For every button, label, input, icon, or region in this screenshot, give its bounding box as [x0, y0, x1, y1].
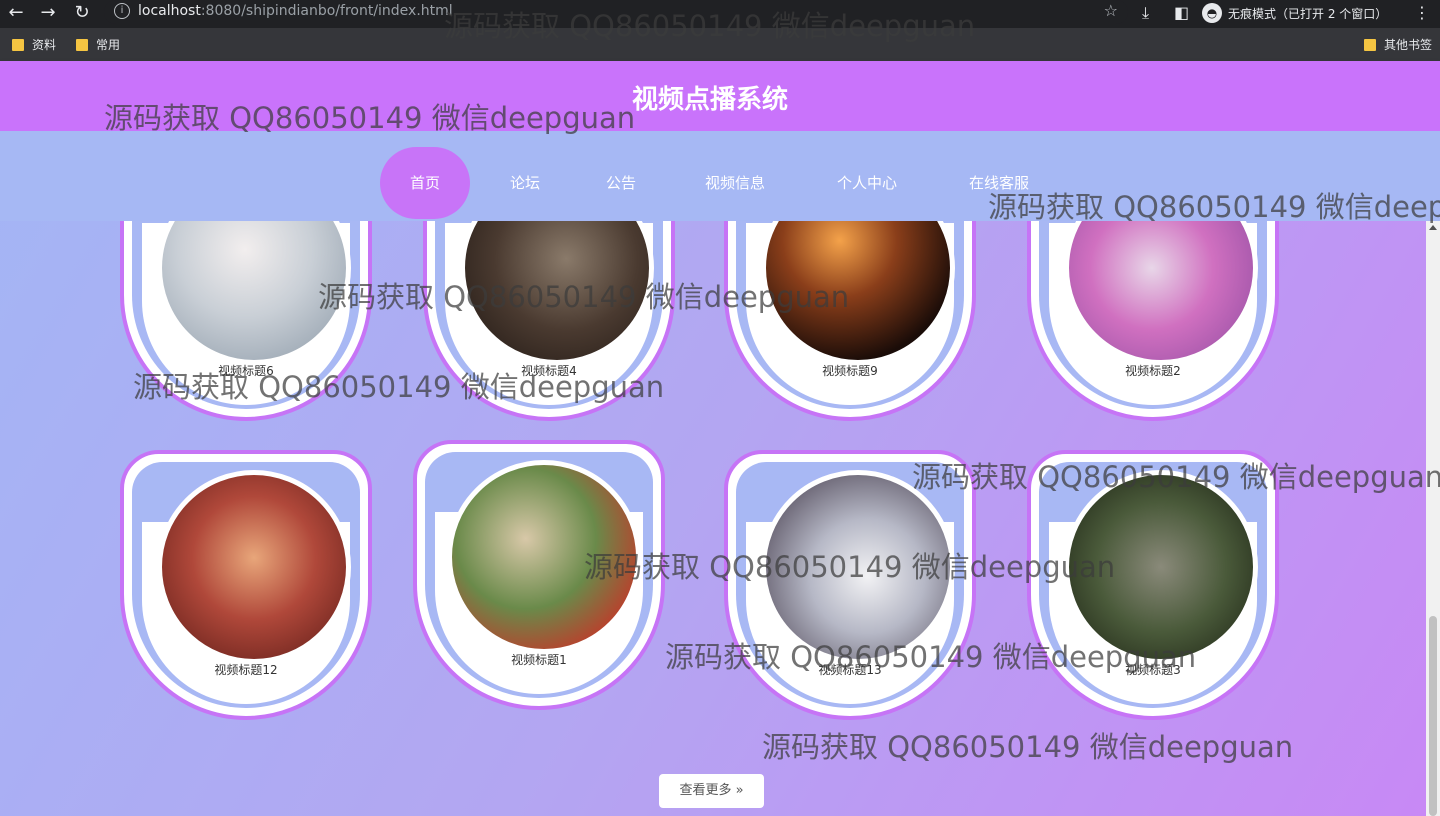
watermark-text: 源码获取 QQ86050149 微信deepguan [762, 730, 1294, 764]
incognito-badge[interactable]: ◓ 无痕模式（已打开 2 个窗口） [1202, 2, 1387, 24]
nav-personal-center[interactable]: 个人中心 [822, 147, 912, 219]
video-title[interactable]: 视频标题2 [1039, 362, 1267, 379]
folder-icon [76, 38, 88, 51]
watermark-text: 源码获取 QQ86050149 微信deepguan [444, 9, 976, 43]
forward-icon[interactable]: → [38, 3, 58, 23]
menu-kebab-icon[interactable]: ⋮ [1414, 4, 1430, 22]
folder-icon [1364, 38, 1376, 51]
site-info-icon[interactable]: i [114, 3, 130, 19]
url-text: localhost:8080/shipindianbo/front/index.… [138, 3, 453, 19]
incognito-icon: ◓ [1202, 3, 1222, 23]
nav-video-info[interactable]: 视频信息 [690, 147, 780, 219]
double-chevron-right-icon: » [735, 783, 744, 798]
nav-notice[interactable]: 公告 [586, 147, 656, 219]
nav-forum[interactable]: 论坛 [490, 147, 560, 219]
bookmark-folder-1[interactable]: 资料 [12, 36, 56, 53]
incognito-label: 无痕模式（已打开 2 个窗口） [1228, 6, 1388, 21]
bookmark-star-icon[interactable]: ☆ [1104, 1, 1118, 20]
watermark-text: 源码获取 QQ86050149 微信deepguan [318, 280, 850, 314]
video-title[interactable]: 视频标题1 [425, 651, 653, 668]
video-card[interactable]: 视频标题9 [724, 221, 976, 421]
folder-icon [12, 38, 24, 51]
back-icon[interactable]: ← [6, 3, 26, 23]
watermark-text: 源码获取 QQ86050149 微信deepguan [665, 640, 1197, 674]
watermark-text: 源码获取 QQ86050149 微信deepguan [133, 370, 665, 404]
scrollbar-thumb[interactable] [1429, 616, 1437, 816]
video-title[interactable]: 视频标题12 [132, 661, 360, 678]
reload-icon[interactable]: ↻ [72, 3, 92, 23]
download-icon[interactable]: ⤓ [1142, 4, 1149, 22]
video-card[interactable]: 视频标题2 [1027, 221, 1279, 421]
video-card[interactable]: 视频标题12 [120, 450, 372, 720]
bookmark-folder-2[interactable]: 常用 [76, 36, 120, 53]
page: 视频点播系统 首页 论坛 公告 视频信息 个人中心 在线客服 视频标题6 视频标… [0, 61, 1440, 816]
watermark-text: 源码获取 QQ86050149 微信deepguan [988, 190, 1440, 224]
watermark-text: 源码获取 QQ86050149 微信deepguan [584, 550, 1116, 584]
other-bookmarks[interactable]: 其他书签 [1364, 36, 1432, 53]
side-panel-icon[interactable]: ◧ [1174, 4, 1189, 22]
video-thumbnail[interactable] [157, 470, 351, 664]
page-scrollbar[interactable] [1426, 221, 1440, 816]
view-more-button[interactable]: 查看更多 » [659, 774, 764, 808]
video-title[interactable]: 视频标题9 [736, 362, 964, 379]
nav-home[interactable]: 首页 [380, 147, 470, 219]
watermark-text: 源码获取 QQ86050149 微信deepguan [912, 460, 1440, 494]
watermark-text: 源码获取 QQ86050149 微信deepguan [104, 101, 636, 135]
